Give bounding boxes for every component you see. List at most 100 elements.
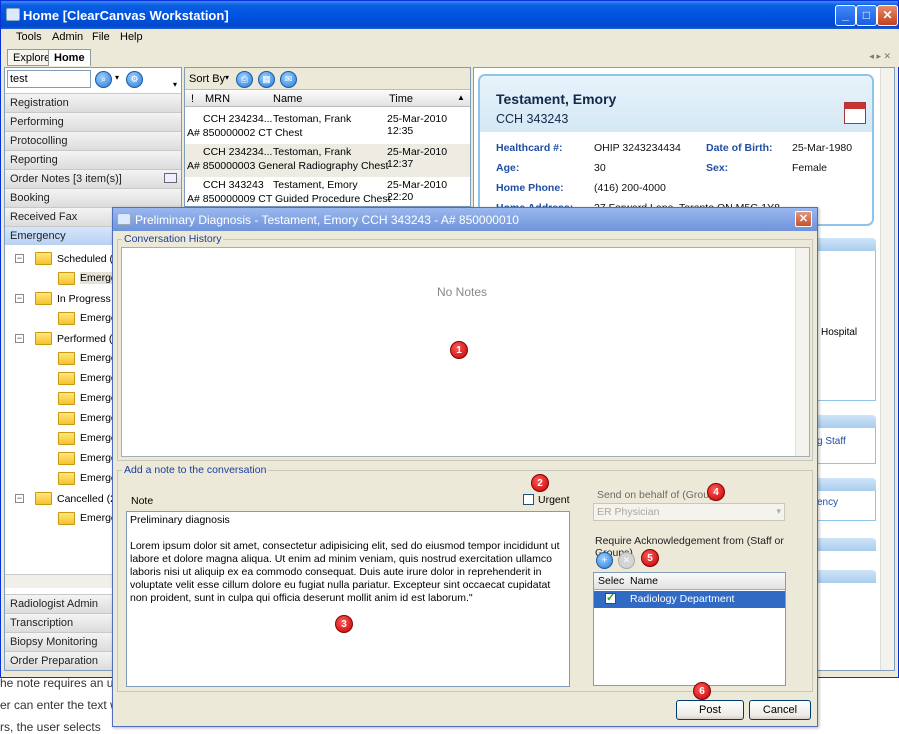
menu-file[interactable]: File (92, 31, 110, 43)
post-button[interactable]: Post (676, 700, 744, 720)
callout-marker: 1 (450, 341, 468, 359)
column-name[interactable]: Name (273, 93, 302, 105)
search-icon[interactable]: ⌕ (95, 71, 112, 88)
row-description: A# 850000002 CT Chest (187, 127, 303, 139)
gear-icon[interactable]: ⚙ (126, 71, 143, 88)
ack-row[interactable]: ✓ Radiology Department (594, 591, 785, 608)
table-row[interactable]: CCH 234234... Testoman, Frank 25-Mar-201… (185, 111, 470, 144)
chevron-down-icon[interactable]: ▾ (173, 80, 177, 89)
row-name: Testoman, Frank (273, 146, 352, 158)
section-box: Hospital (814, 251, 876, 401)
maximize-button[interactable]: □ (856, 5, 877, 26)
patient-mrn: CCH 343243 (496, 112, 569, 126)
worklist-toolbar: Sort By ▾ ⎙ ▦ ✉ (185, 68, 470, 90)
section-header[interactable] (814, 478, 876, 491)
expander-scheduled[interactable]: − (15, 254, 24, 263)
sex-label: Sex: (706, 162, 729, 174)
table-row[interactable]: CCH 343243 Testament, Emory 25-Mar-2010 … (185, 177, 470, 210)
menu-help[interactable]: Help (120, 31, 143, 43)
send-behalf-select[interactable]: ER Physician ▾ (593, 503, 785, 521)
preview-scrollbar[interactable] (880, 68, 894, 670)
print-icon[interactable]: ⎙ (236, 71, 253, 88)
minimize-button[interactable]: _ (835, 5, 856, 26)
tree-cancelled[interactable]: Cancelled (2) (57, 493, 119, 505)
table-row[interactable]: CCH 234234... Testoman, Frank 25-Mar-201… (185, 144, 470, 177)
expander-in-progress[interactable]: − (15, 294, 24, 303)
no-notes-text: No Notes (437, 285, 488, 299)
calendar-icon (844, 102, 866, 124)
row-mrn: CCH 234234... (203, 146, 273, 158)
row-description: A# 850000003 General Radiography Chest (187, 160, 389, 172)
send-behalf-label: Send on behalf of (Group) (597, 489, 719, 501)
folder-protocolling[interactable]: Protocolling (5, 131, 181, 150)
chat-icon[interactable]: ✉ (280, 71, 297, 88)
search-input[interactable] (7, 70, 91, 88)
folder-icon (35, 292, 52, 305)
tab-home[interactable]: Home (48, 49, 91, 66)
age-label: Age: (496, 162, 520, 174)
partial-ency-text: ency (817, 497, 839, 508)
sort-by-button[interactable]: Sort By (189, 73, 225, 85)
remove-icon[interactable]: ✕ (618, 552, 635, 569)
folder-booking[interactable]: Booking (5, 188, 181, 207)
callout-marker: 3 (335, 615, 353, 633)
send-behalf-value: ER Physician (597, 506, 660, 518)
grid-icon[interactable]: ▦ (258, 71, 275, 88)
ack-column-select[interactable]: Selec (598, 575, 624, 587)
folder-icon (58, 392, 75, 405)
cancel-button[interactable]: Cancel (749, 700, 811, 720)
column-time[interactable]: Time (389, 93, 413, 105)
ack-column-name[interactable]: Name (630, 575, 658, 587)
expander-cancelled[interactable]: − (15, 494, 24, 503)
history-scrollbar[interactable] (795, 248, 809, 456)
title-bar[interactable]: Home [ClearCanvas Workstation] _ □ ✕ (1, 1, 898, 29)
menu-admin[interactable]: Admin (52, 31, 83, 43)
section-header[interactable] (814, 538, 876, 551)
note-textarea[interactable]: Preliminary diagnosis Lorem ipsum dolor … (126, 511, 570, 687)
column-flag[interactable]: ! (191, 93, 194, 105)
preliminary-diagnosis-dialog: Preliminary Diagnosis - Testament, Emory… (112, 207, 818, 727)
sort-up-icon[interactable]: ▲ (457, 93, 465, 102)
sex-value: Female (792, 162, 828, 174)
folder-reporting[interactable]: Reporting (5, 150, 181, 169)
row-description: A# 850000009 CT Guided Procedure Chest (187, 193, 391, 205)
add-icon[interactable]: + (596, 552, 613, 569)
section-box: g Staff (814, 428, 876, 464)
ack-row-checkbox[interactable]: ✓ (605, 593, 616, 604)
menu-tools[interactable]: Tools (16, 31, 42, 43)
app-icon (6, 8, 20, 21)
folder-icon (58, 412, 75, 425)
menu-bar: Tools Admin File Help (2, 29, 899, 47)
urgent-checkbox[interactable] (523, 494, 534, 505)
row-time: 25-Mar-2010 12:37 (387, 146, 448, 170)
window-title: Home [ClearCanvas Workstation] (23, 8, 229, 23)
folder-performing[interactable]: Performing (5, 112, 181, 131)
healthcard-label: Healthcard #: (496, 142, 563, 154)
section-header[interactable] (814, 238, 876, 251)
worklist-header: ! MRN Name Time ▲ (185, 91, 470, 107)
callout-marker: 5 (641, 549, 659, 567)
dialog-title: Preliminary Diagnosis - Testament, Emory… (135, 213, 519, 227)
folder-icon (58, 352, 75, 365)
close-button[interactable]: ✕ (877, 5, 898, 26)
dialog-title-bar[interactable]: Preliminary Diagnosis - Testament, Emory… (113, 208, 817, 231)
search-dropdown-icon[interactable]: ▾ (115, 73, 119, 82)
folder-icon (58, 452, 75, 465)
tab-nav-arrows[interactable]: ◂ ▸ ✕ (869, 51, 891, 62)
folder-order-notes[interactable]: Order Notes [3 item(s)] (5, 169, 181, 188)
partial-staff-text: g Staff (817, 436, 846, 447)
dialog-icon (117, 213, 131, 225)
chevron-down-icon[interactable]: ▾ (225, 73, 229, 82)
section-header[interactable] (814, 415, 876, 428)
folder-registration[interactable]: Registration (5, 93, 181, 112)
expander-performed[interactable]: − (15, 334, 24, 343)
row-mrn: CCH 343243 (203, 179, 264, 191)
dialog-close-button[interactable]: ✕ (795, 211, 812, 227)
healthcard-value: OHIP 3243234434 (594, 142, 681, 154)
tab-row: Explorer Home ◂ ▸ ✕ (2, 47, 899, 67)
note-label: Note (131, 495, 154, 507)
column-mrn[interactable]: MRN (205, 93, 230, 105)
urgent-label: Urgent (538, 494, 570, 506)
patient-banner: Testament, Emory CCH 343243 (480, 76, 872, 132)
section-header[interactable] (814, 570, 876, 583)
